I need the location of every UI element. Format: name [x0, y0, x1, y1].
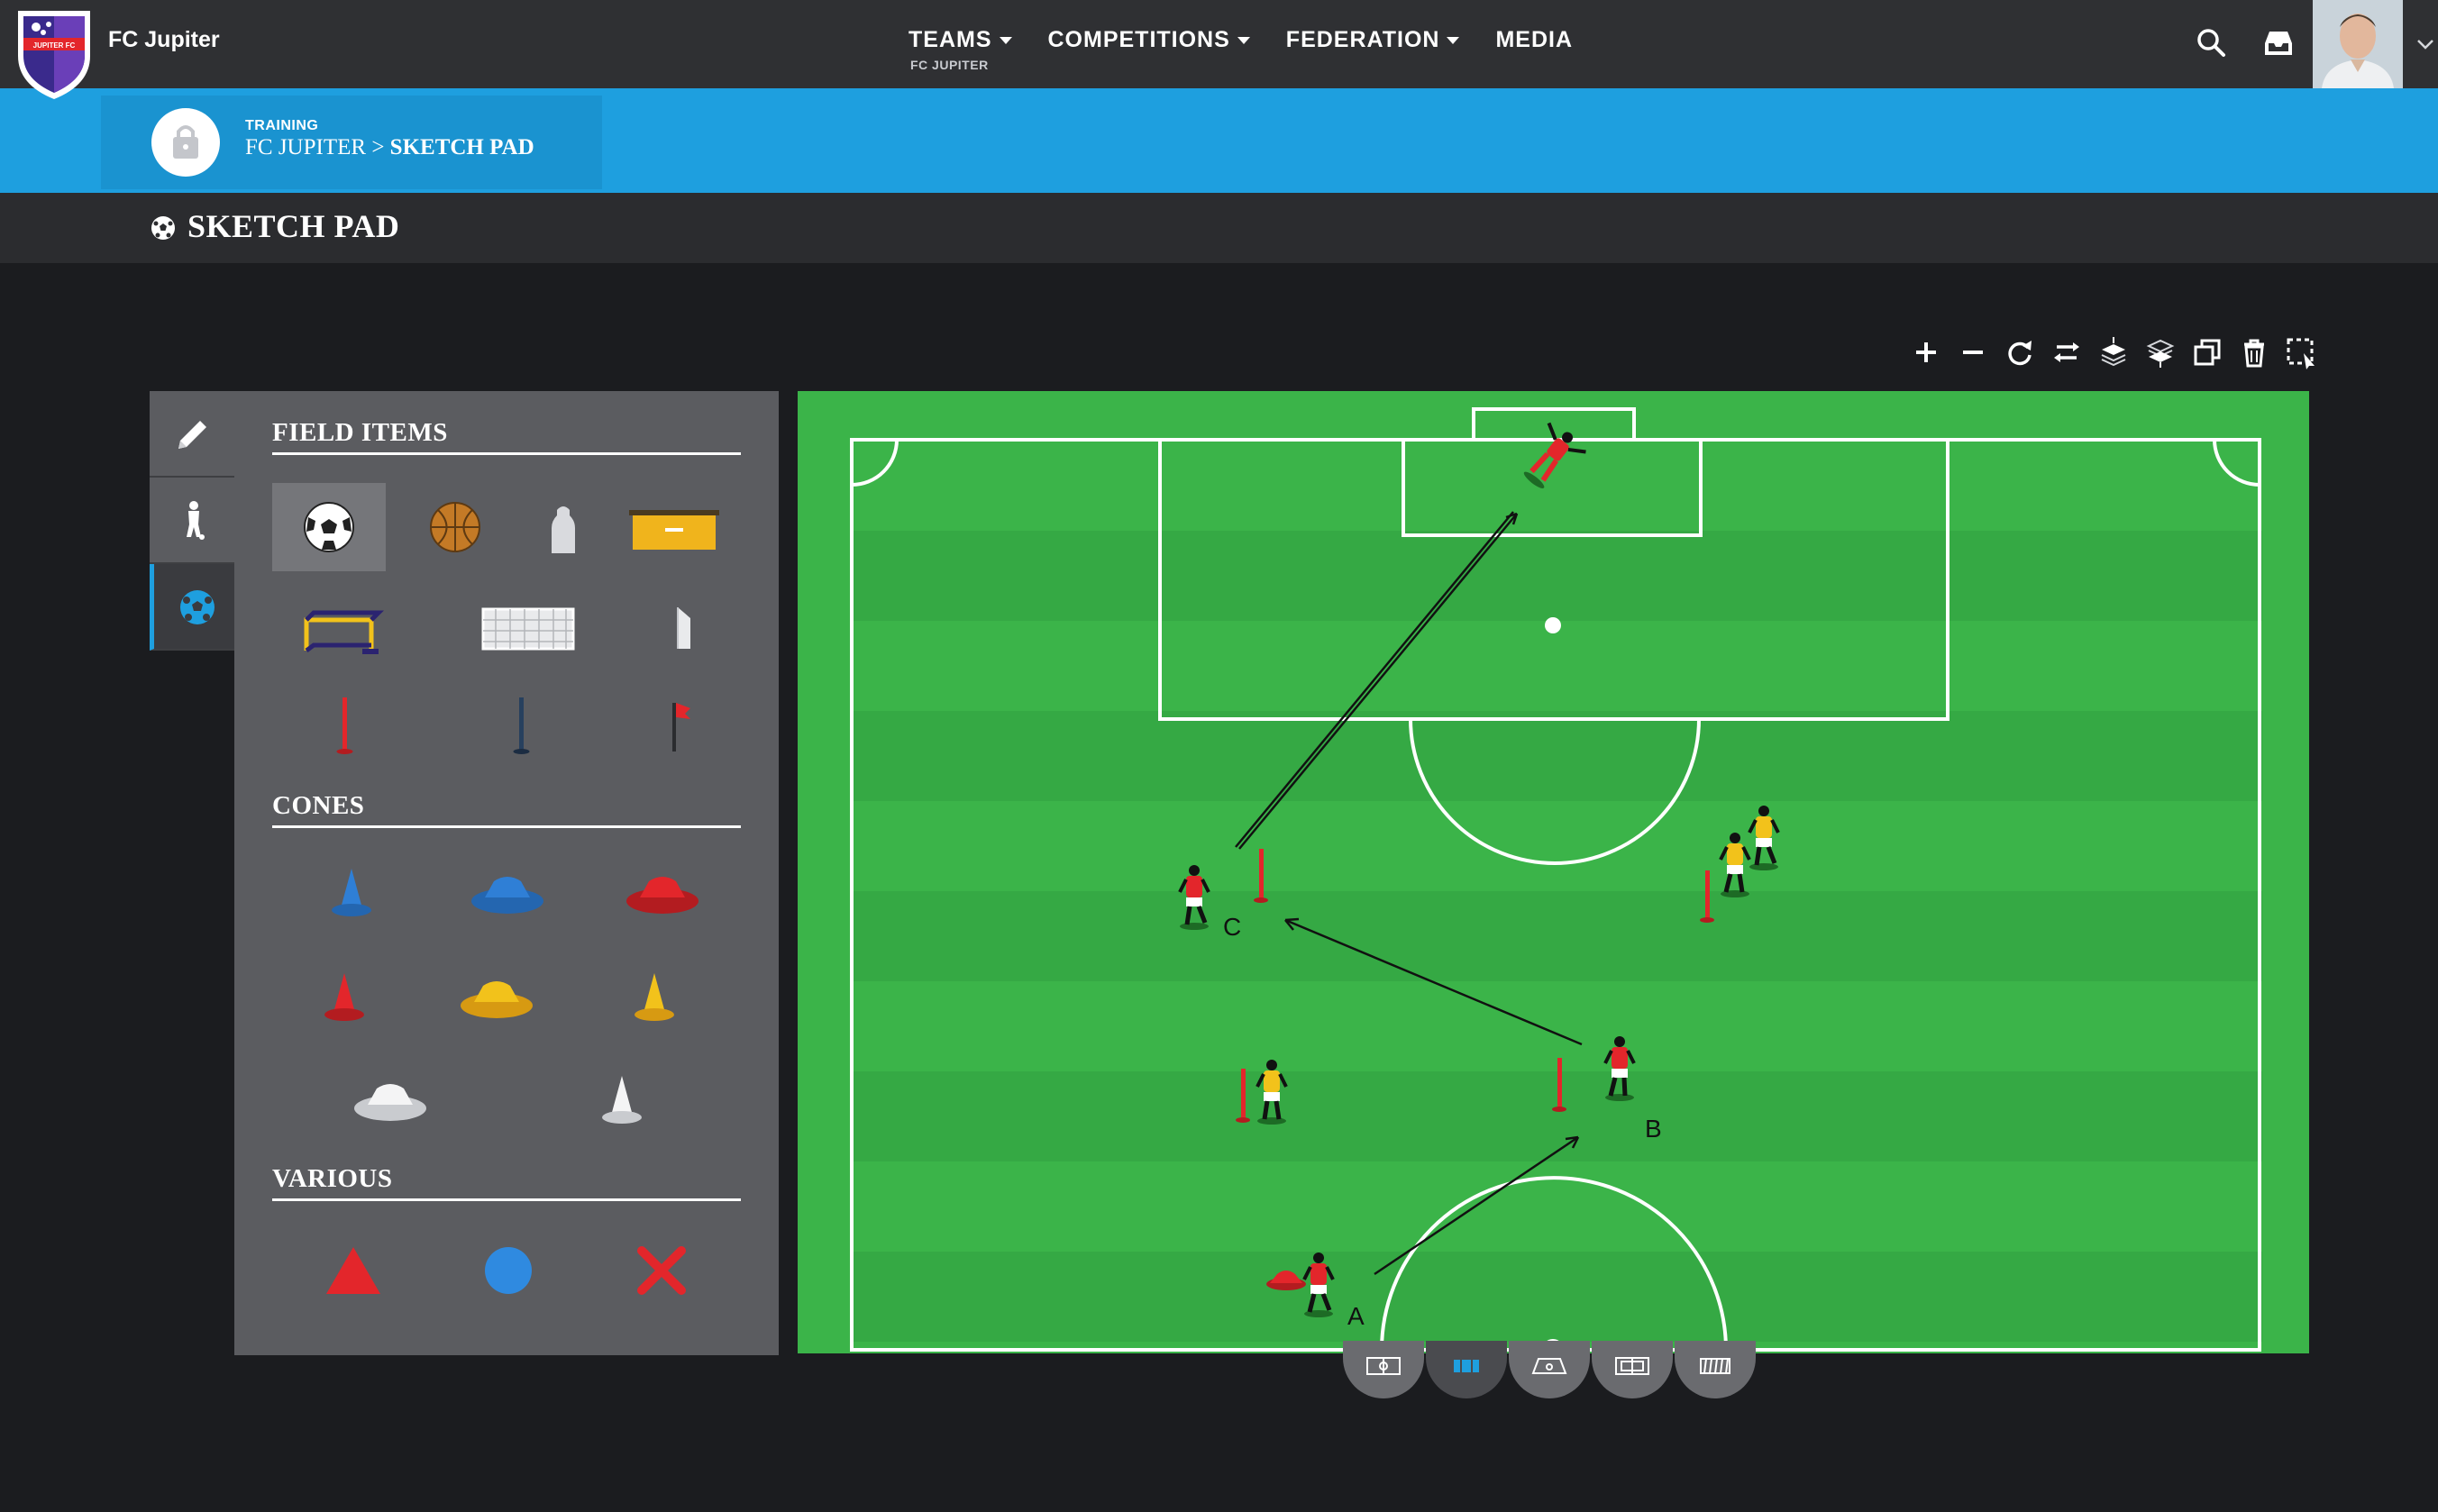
- blue-pole-item[interactable]: [485, 685, 557, 766]
- red-pole-item[interactable]: [308, 685, 380, 766]
- label-c: C: [1223, 913, 1241, 941]
- drills-icon: [1454, 1360, 1479, 1372]
- select-area-icon[interactable]: [2284, 335, 2318, 369]
- defender-1: [1748, 806, 1780, 870]
- blank-field-icon: [1700, 1358, 1730, 1374]
- player-icon: [187, 501, 205, 540]
- goal-item[interactable]: [454, 586, 602, 669]
- full-pitch-view-button[interactable]: [1343, 1341, 1424, 1398]
- bring-forward-icon[interactable]: [2096, 335, 2131, 369]
- nav-federation[interactable]: FEDERATION: [1286, 27, 1460, 53]
- white-flat-cone-item[interactable]: [341, 1065, 440, 1137]
- pitch-canvas[interactable]: C B A: [798, 391, 2309, 1353]
- blue-circle-item[interactable]: [463, 1234, 553, 1307]
- breadcrumb-parent[interactable]: FC JUPITER: [245, 135, 366, 159]
- logo-text: JUPITER FC: [33, 41, 76, 50]
- nav-teams-sub: FC JUPITER: [910, 58, 989, 72]
- various-title: VARIOUS: [272, 1164, 393, 1193]
- nav-teams[interactable]: TEAMS FC JUPITER: [909, 27, 1012, 72]
- red-tall-cone-item[interactable]: [299, 962, 389, 1034]
- page-title: SKETCH PAD: [187, 208, 400, 244]
- cones-title: CONES: [272, 791, 365, 820]
- tool-tabs: [150, 391, 234, 651]
- rotate-icon[interactable]: [2003, 335, 2037, 369]
- delete-icon[interactable]: [2237, 335, 2271, 369]
- search-icon[interactable]: [2194, 25, 2230, 61]
- breadcrumb-current: SKETCH PAD: [389, 135, 534, 159]
- items-palette: FIELD ITEMS CONES VARIOUS: [234, 391, 779, 1355]
- section-divider: [272, 825, 741, 828]
- full-pitch-icon: [1366, 1357, 1401, 1375]
- defender-2: [1719, 833, 1751, 897]
- flag-board-item[interactable]: [636, 586, 735, 669]
- section-divider: [272, 452, 741, 455]
- canvas-toolbar: [1909, 335, 2318, 369]
- blue-flat-cone-item[interactable]: [458, 858, 557, 930]
- label-a: A: [1347, 1302, 1365, 1330]
- box-item[interactable]: [611, 483, 737, 571]
- pitch-view-switcher: [1343, 1341, 1756, 1398]
- half-pitch-view-button[interactable]: [1509, 1341, 1590, 1398]
- training-lock-icon: [151, 108, 220, 177]
- tab-players[interactable]: [150, 478, 234, 564]
- zoom-in-icon[interactable]: [1909, 335, 1943, 369]
- caret-down-icon: [999, 37, 1012, 45]
- football-item[interactable]: [272, 483, 386, 571]
- tab-field-items[interactable]: [150, 564, 234, 651]
- dummy-item[interactable]: [514, 483, 613, 571]
- nav-federation-label: FEDERATION: [1285, 27, 1440, 52]
- breadcrumb-separator: >: [371, 135, 385, 159]
- label-b: B: [1645, 1115, 1662, 1143]
- ball-icon: [180, 590, 215, 624]
- basketball-item[interactable]: [406, 483, 505, 571]
- nav-competitions-label: COMPETITIONS: [1047, 27, 1230, 52]
- duplicate-icon[interactable]: [2190, 335, 2224, 369]
- avatar[interactable]: [2313, 0, 2403, 88]
- mini-goal-item[interactable]: [272, 586, 407, 669]
- top-navbar: FC Jupiter TEAMS FC JUPITER COMPETITIONS…: [0, 0, 2438, 88]
- white-tall-cone-item[interactable]: [577, 1065, 667, 1137]
- field-items-title: FIELD ITEMS: [272, 418, 448, 447]
- tab-draw[interactable]: [150, 391, 234, 478]
- penalty-spot: [1545, 617, 1561, 633]
- pitch-stripes: [852, 531, 2262, 1342]
- red-triangle-item[interactable]: [308, 1234, 398, 1307]
- flip-icon[interactable]: [2050, 335, 2084, 369]
- corner-flag-item[interactable]: [645, 685, 717, 766]
- send-backward-icon[interactable]: [2143, 335, 2178, 369]
- penalty-area-icon: [1615, 1357, 1649, 1375]
- chevron-down-icon[interactable]: [2415, 34, 2435, 54]
- caret-down-icon: [1237, 37, 1250, 45]
- yellow-flat-cone-item[interactable]: [447, 962, 546, 1034]
- caret-down-icon: [1447, 37, 1460, 45]
- goalkeeper: [1523, 422, 1586, 488]
- section-divider: [272, 1198, 741, 1201]
- pencil-icon: [178, 421, 206, 449]
- nav-media-label: MEDIA: [1495, 27, 1574, 52]
- nav-competitions[interactable]: COMPETITIONS: [1048, 27, 1250, 53]
- main-nav: TEAMS FC JUPITER COMPETITIONS FEDERATION…: [909, 27, 1609, 72]
- breadcrumb: FC JUPITER > SKETCH PAD: [245, 135, 534, 160]
- half-pitch-icon: [1531, 1358, 1567, 1374]
- blue-tall-cone-item[interactable]: [306, 858, 397, 930]
- drills-view-button[interactable]: [1426, 1341, 1507, 1398]
- yellow-tall-cone-item[interactable]: [609, 962, 699, 1034]
- nav-media[interactable]: MEDIA: [1495, 27, 1573, 53]
- zoom-out-icon[interactable]: [1956, 335, 1990, 369]
- club-crest-logo[interactable]: JUPITER FC: [14, 7, 94, 101]
- inbox-icon[interactable]: [2260, 25, 2296, 61]
- penalty-view-button[interactable]: [1592, 1341, 1673, 1398]
- breadcrumb-section: TRAINING: [245, 118, 319, 133]
- red-cross-item[interactable]: [616, 1234, 707, 1307]
- soccer-ball-icon: [151, 216, 175, 240]
- red-flat-cone-item[interactable]: [613, 858, 712, 930]
- blank-view-button[interactable]: [1675, 1341, 1756, 1398]
- nav-teams-label: TEAMS: [909, 27, 992, 52]
- brand-name[interactable]: FC Jupiter: [108, 27, 220, 53]
